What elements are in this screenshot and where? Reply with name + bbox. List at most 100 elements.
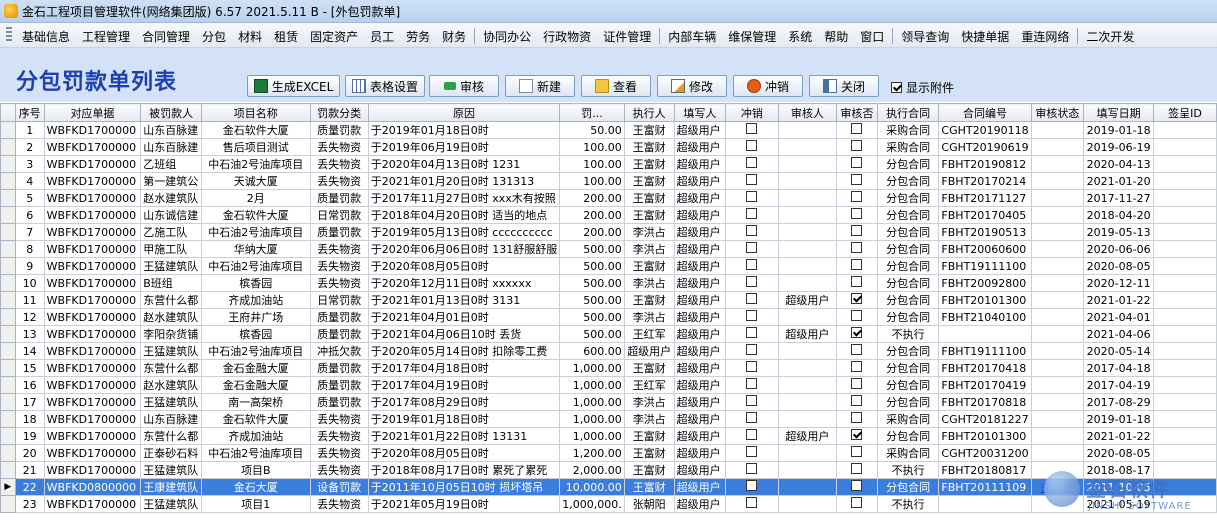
close-button[interactable]: 关闭	[809, 75, 879, 97]
approved-checkbox[interactable]	[851, 276, 863, 287]
offset-checkbox[interactable]	[746, 191, 758, 202]
row-indicator[interactable]	[0, 325, 16, 343]
column-header[interactable]: 序号	[14, 103, 45, 122]
table-row[interactable]: 9 WBFKD1700000 王猛建筑队 中石油2号油库项目 丢失物资 于2020年08月…	[0, 257, 1217, 275]
approved-checkbox[interactable]	[851, 191, 863, 202]
row-indicator[interactable]	[0, 291, 16, 309]
menu-item[interactable]: 财务	[436, 28, 472, 45]
menu-grip-handle[interactable]	[6, 27, 12, 43]
row-indicator[interactable]	[0, 121, 16, 139]
table-row[interactable]: 21 WBFKD1700000 王猛建筑队 项目B 丢失物资 于2018年08月17日0时…	[0, 461, 1217, 479]
column-header[interactable]: 项目名称	[201, 103, 311, 122]
approved-checkbox[interactable]	[851, 208, 863, 219]
row-indicator[interactable]	[0, 257, 16, 275]
row-indicator[interactable]	[0, 308, 16, 326]
row-indicator[interactable]	[0, 240, 16, 258]
approved-checkbox[interactable]	[851, 395, 863, 406]
table-row[interactable]: 11 WBFKD1700000 东营什么都 齐成加油站 日常罚款 于2021年01月13日…	[0, 291, 1217, 309]
approved-checkbox[interactable]	[851, 259, 863, 270]
column-header[interactable]: 审核状态	[1030, 103, 1085, 122]
column-header[interactable]: 原因	[367, 103, 561, 122]
offset-checkbox[interactable]	[746, 225, 758, 236]
table-row[interactable]: 14 WBFKD1700000 王猛建筑队 中石油2号油库项目 冲抵欠款 于2020年05…	[0, 342, 1217, 360]
menu-item[interactable]: 合同管理	[136, 28, 196, 45]
offset-checkbox[interactable]	[746, 276, 758, 287]
offset-checkbox[interactable]	[746, 378, 758, 389]
approved-checkbox[interactable]	[851, 412, 863, 423]
row-indicator[interactable]	[0, 410, 16, 428]
approve-button[interactable]: 审核	[429, 75, 499, 97]
approved-checkbox[interactable]	[851, 140, 863, 151]
offset-checkbox[interactable]	[746, 395, 758, 406]
row-indicator[interactable]	[0, 138, 16, 156]
approved-checkbox[interactable]	[851, 157, 863, 168]
column-header[interactable]: 填写人	[673, 103, 727, 122]
offset-checkbox[interactable]	[746, 344, 758, 355]
offset-checkbox[interactable]	[746, 429, 758, 440]
generate-excel-button[interactable]: 生成EXCEL	[247, 75, 340, 97]
table-row[interactable]: 8 WBFKD1700000 甲施工队 华纳大厦 丢失物资 于2020年06月06日0时 …	[0, 240, 1217, 258]
offset-checkbox[interactable]	[746, 412, 758, 423]
offset-checkbox[interactable]	[746, 157, 758, 168]
column-header[interactable]: 对应单据	[43, 103, 142, 122]
approved-checkbox[interactable]	[851, 429, 863, 440]
menu-item[interactable]: 帮助	[818, 28, 854, 45]
table-row[interactable]: 7 WBFKD1700000 乙施工队 中石油2号油库项目 质量罚款 于2019年05月1…	[0, 223, 1217, 241]
approved-checkbox[interactable]	[851, 344, 863, 355]
offset-checkbox[interactable]	[746, 327, 758, 338]
column-header[interactable]: 罚...	[559, 103, 625, 122]
menu-item[interactable]: 重连网络	[1015, 28, 1075, 45]
table-row[interactable]: 16 WBFKD1700000 赵水建筑队 金石金融大厦 质量罚款 于2017年04月19…	[0, 376, 1217, 394]
table-row[interactable]: 2 WBFKD1700000 山东百脉建 售后项目测试 丢失物资 于2019年06月19日…	[0, 138, 1217, 156]
approved-checkbox[interactable]	[851, 361, 863, 372]
table-row[interactable]: 12 WBFKD1700000 赵水建筑队 王府井广场 质量罚款 于2021年04月01日…	[0, 308, 1217, 326]
approved-checkbox[interactable]	[851, 446, 863, 457]
approved-checkbox[interactable]	[851, 480, 863, 491]
row-indicator[interactable]	[0, 376, 16, 394]
approved-checkbox[interactable]	[851, 293, 863, 304]
menu-item[interactable]: 材料	[232, 28, 268, 45]
offset-checkbox[interactable]	[746, 259, 758, 270]
show-attachments-checkbox[interactable]	[891, 82, 902, 93]
offset-checkbox[interactable]	[746, 123, 758, 134]
row-indicator[interactable]: ▶	[0, 478, 16, 496]
new-button[interactable]: 新建	[505, 75, 575, 97]
offset-checkbox[interactable]	[746, 310, 758, 321]
approved-checkbox[interactable]	[851, 174, 863, 185]
offset-checkbox[interactable]	[746, 293, 758, 304]
show-attachments-toggle[interactable]: 显示附件	[891, 79, 954, 96]
column-header[interactable]: 审核否	[836, 103, 878, 122]
menu-item[interactable]: 劳务	[400, 28, 436, 45]
column-header[interactable]: 签呈ID	[1153, 103, 1217, 122]
menu-item[interactable]: 证件管理	[597, 28, 657, 45]
view-button[interactable]: 查看	[581, 75, 651, 97]
offset-checkbox[interactable]	[746, 361, 758, 372]
offset-checkbox[interactable]	[746, 174, 758, 185]
table-row[interactable]: 13 WBFKD1700000 李阳杂货铺 槟香园 质量罚款 于2021年04月06日10…	[0, 325, 1217, 343]
menu-item[interactable]: 系统	[782, 28, 818, 45]
row-indicator[interactable]	[0, 342, 16, 360]
row-indicator[interactable]	[0, 461, 16, 479]
approved-checkbox[interactable]	[851, 463, 863, 474]
row-indicator[interactable]	[0, 444, 16, 462]
table-row[interactable]: 4 WBFKD1700000 第一建筑公 天诚大厦 丢失物资 于2021年01月20日0时…	[0, 172, 1217, 190]
menu-item[interactable]: 领导查询	[895, 28, 955, 45]
row-indicator[interactable]	[0, 189, 16, 207]
approved-checkbox[interactable]	[851, 123, 863, 134]
column-header[interactable]: 罚款分类	[309, 103, 369, 122]
menu-item[interactable]: 内部车辆	[662, 28, 722, 45]
row-indicator[interactable]	[0, 495, 16, 513]
approved-checkbox[interactable]	[851, 310, 863, 321]
row-indicator[interactable]	[0, 223, 16, 241]
offset-checkbox[interactable]	[746, 140, 758, 151]
offset-checkbox[interactable]	[746, 208, 758, 219]
menu-item[interactable]: 员工	[364, 28, 400, 45]
column-header[interactable]: 被罚款人	[140, 103, 203, 122]
menu-item[interactable]: 协同办公	[477, 28, 537, 45]
offset-checkbox[interactable]	[746, 242, 758, 253]
row-indicator[interactable]	[0, 206, 16, 224]
table-settings-button[interactable]: 表格设置	[345, 75, 425, 97]
row-indicator[interactable]	[0, 274, 16, 292]
approved-checkbox[interactable]	[851, 242, 863, 253]
menu-item[interactable]: 行政物资	[537, 28, 597, 45]
